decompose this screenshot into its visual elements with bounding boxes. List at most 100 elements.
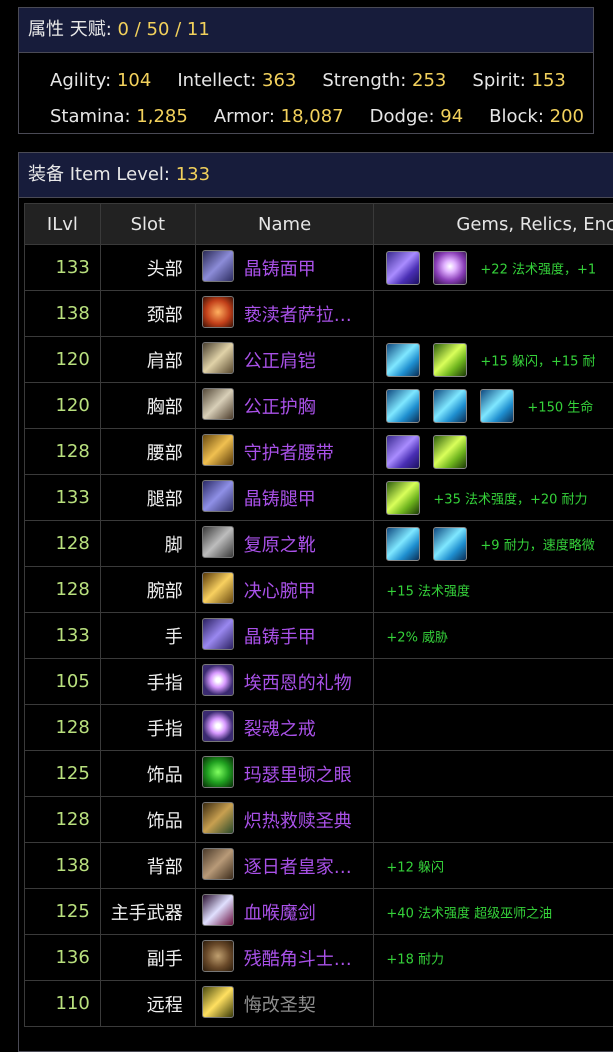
blue-gem-icon[interactable] <box>480 389 514 423</box>
necklace-icon[interactable] <box>202 296 234 328</box>
item-name-link[interactable]: 晶铸腿甲 <box>244 489 316 510</box>
green-gem-icon[interactable] <box>433 343 467 377</box>
gems-enchant-cell: +2% 威胁 <box>374 613 613 659</box>
gear-row[interactable]: 105手指埃西恩的礼物 <box>25 659 613 705</box>
legs-icon[interactable] <box>202 480 234 512</box>
item-name-link[interactable]: 裂魂之戒 <box>244 719 316 740</box>
boots-icon[interactable] <box>202 526 234 558</box>
gear-row[interactable]: 133头部晶铸面甲+22 法术强度，+1 <box>25 245 613 291</box>
item-name-cell[interactable]: 玛瑟里顿之眼 <box>195 751 374 797</box>
purple-gem-icon[interactable] <box>386 435 420 469</box>
item-level-cell: 125 <box>25 751 101 797</box>
item-name-cell[interactable]: 残酷角斗士… <box>195 935 374 981</box>
item-level-cell: 128 <box>25 797 101 843</box>
blue-gem-icon[interactable] <box>386 389 420 423</box>
gear-row[interactable]: 120肩部公正肩铠+15 躲闪，+15 耐 <box>25 337 613 383</box>
item-name-cell[interactable]: 炽热救赎圣典 <box>195 797 374 843</box>
item-name-cell[interactable]: 公正肩铠 <box>195 337 374 383</box>
item-name-cell[interactable]: 复原之靴 <box>195 521 374 567</box>
item-level-cell: 120 <box>25 337 101 383</box>
item-level-cell: 125 <box>25 889 101 935</box>
gear-row[interactable]: 138颈部亵渎者萨拉… <box>25 291 613 337</box>
item-name-link[interactable]: 玛瑟里顿之眼 <box>244 765 352 786</box>
libram-icon[interactable] <box>202 802 234 834</box>
slot-cell: 饰品 <box>100 751 195 797</box>
gear-row[interactable]: 128腕部决心腕甲+15 法术强度 <box>25 567 613 613</box>
stat-block: Block: 200 <box>489 99 584 135</box>
item-name-cell[interactable]: 守护者腰带 <box>195 429 374 475</box>
ring-icon[interactable] <box>202 664 234 696</box>
item-level-cell: 128 <box>25 567 101 613</box>
belt-icon[interactable] <box>202 434 234 466</box>
slot-cell: 饰品 <box>100 797 195 843</box>
cloak-icon[interactable] <box>202 848 234 880</box>
blue-gem-icon[interactable] <box>386 343 420 377</box>
gear-row[interactable]: 128腰部守护者腰带 <box>25 429 613 475</box>
pink-gem-icon[interactable] <box>433 251 467 285</box>
relic-icon[interactable] <box>202 986 234 1018</box>
column-header-name[interactable]: Name <box>195 204 374 245</box>
item-name-cell[interactable]: 悔改圣契 <box>195 981 374 1027</box>
gear-table-header: ILvl Slot Name Gems, Relics, Enc <box>25 204 613 245</box>
gear-row[interactable]: 128脚复原之靴+9 耐力，速度略微 <box>25 521 613 567</box>
plate-helm-icon[interactable] <box>202 250 234 282</box>
slot-cell: 腕部 <box>100 567 195 613</box>
item-name-link[interactable]: 复原之靴 <box>244 535 316 556</box>
green-gem-icon[interactable] <box>433 435 467 469</box>
item-name-link[interactable]: 悔改圣契 <box>244 995 316 1016</box>
item-name-link[interactable]: 晶铸手甲 <box>244 627 316 648</box>
column-header-ilvl[interactable]: ILvl <box>25 204 101 245</box>
stat-armor: Armor: 18,087 <box>214 99 344 135</box>
green-gem-icon[interactable] <box>386 481 420 515</box>
item-name-cell[interactable]: 晶铸腿甲 <box>195 475 374 521</box>
slot-cell: 手指 <box>100 659 195 705</box>
item-name-cell[interactable]: 晶铸面甲 <box>195 245 374 291</box>
item-name-link[interactable]: 亵渎者萨拉… <box>244 305 352 326</box>
item-name-cell[interactable]: 埃西恩的礼物 <box>195 659 374 705</box>
item-name-cell[interactable]: 逐日者皇家… <box>195 843 374 889</box>
gear-row[interactable]: 133腿部晶铸腿甲+35 法术强度，+20 耐力 <box>25 475 613 521</box>
eye-trinket-icon[interactable] <box>202 756 234 788</box>
blue-gem-icon[interactable] <box>433 389 467 423</box>
item-name-link[interactable]: 逐日者皇家… <box>244 857 352 878</box>
gems-enchant-cell: +15 躲闪，+15 耐 <box>374 337 613 383</box>
item-name-link[interactable]: 晶铸面甲 <box>244 259 316 280</box>
blue-gem-icon[interactable] <box>386 527 420 561</box>
enchant-bonus: +22 法术强度，+1 <box>480 262 596 277</box>
shield-icon[interactable] <box>202 940 234 972</box>
item-name-link[interactable]: 炽热救赎圣典 <box>244 811 352 832</box>
gear-row[interactable]: 133手晶铸手甲+2% 威胁 <box>25 613 613 659</box>
item-name-cell[interactable]: 裂魂之戒 <box>195 705 374 751</box>
gear-row[interactable]: 128手指裂魂之戒 <box>25 705 613 751</box>
item-name-link[interactable]: 血喉魔剑 <box>244 903 316 924</box>
item-name-cell[interactable]: 晶铸手甲 <box>195 613 374 659</box>
item-name-link[interactable]: 埃西恩的礼物 <box>244 673 352 694</box>
item-name-link[interactable]: 公正肩铠 <box>244 351 316 372</box>
gear-row[interactable]: 128饰品 炽热救赎圣典 <box>25 797 613 843</box>
blue-gem-icon[interactable] <box>433 527 467 561</box>
item-name-cell[interactable]: 亵渎者萨拉… <box>195 291 374 337</box>
column-header-slot[interactable]: Slot <box>100 204 195 245</box>
stat-spirit: Spirit: 153 <box>472 63 565 99</box>
shoulder-icon[interactable] <box>202 342 234 374</box>
bracer-icon[interactable] <box>202 572 234 604</box>
gear-row[interactable]: 136副手残酷角斗士…+18 耐力 <box>25 935 613 981</box>
column-header-gems[interactable]: Gems, Relics, Enc <box>374 204 613 245</box>
item-name-link[interactable]: 守护者腰带 <box>244 443 334 464</box>
gear-row[interactable]: 125饰品 玛瑟里顿之眼 <box>25 751 613 797</box>
item-name-link[interactable]: 决心腕甲 <box>244 581 316 602</box>
item-name-cell[interactable]: 公正护胸 <box>195 383 374 429</box>
item-name-link[interactable]: 残酷角斗士… <box>244 949 352 970</box>
ring-icon[interactable] <box>202 710 234 742</box>
gear-row[interactable]: 125主手武器血喉魔剑+40 法术强度 超级巫师之油 <box>25 889 613 935</box>
sword-icon[interactable] <box>202 894 234 926</box>
gear-row[interactable]: 138背部逐日者皇家…+12 躲闪 <box>25 843 613 889</box>
gauntlet-icon[interactable] <box>202 618 234 650</box>
chest-icon[interactable] <box>202 388 234 420</box>
purple-gem-icon[interactable] <box>386 251 420 285</box>
gear-row[interactable]: 120胸部公正护胸+150 生命 <box>25 383 613 429</box>
item-name-link[interactable]: 公正护胸 <box>244 397 316 418</box>
item-name-cell[interactable]: 决心腕甲 <box>195 567 374 613</box>
item-name-cell[interactable]: 血喉魔剑 <box>195 889 374 935</box>
gear-row[interactable]: 110远程悔改圣契 <box>25 981 613 1027</box>
